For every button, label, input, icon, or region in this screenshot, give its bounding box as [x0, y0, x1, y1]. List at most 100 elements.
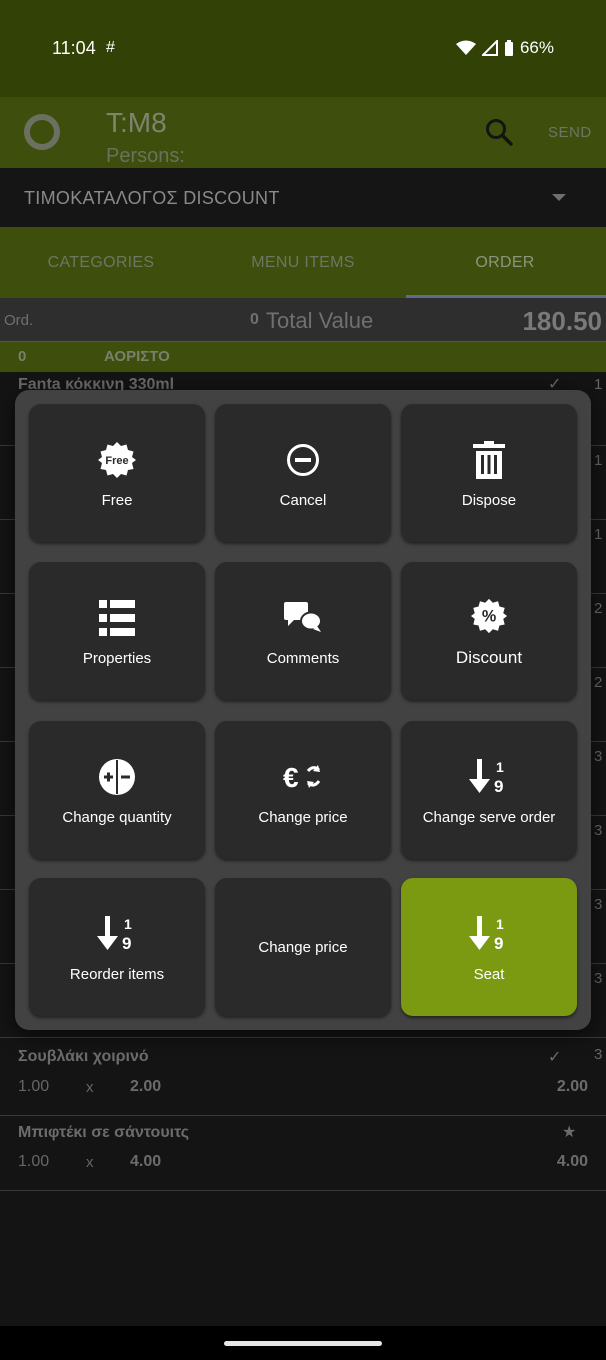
times-sign: x — [86, 1079, 94, 1096]
seat-number: 3 — [594, 896, 603, 913]
tab-menu-items[interactable]: MENU ITEMS — [202, 227, 404, 298]
comments-label: Comments — [266, 649, 340, 667]
change-serve-order-label: Change serve order — [422, 808, 556, 826]
digit-one: 1 — [124, 916, 132, 932]
seat-number: 3 — [594, 822, 603, 839]
dispose-button[interactable]: Dispose — [401, 404, 577, 542]
status-bar: 11:04 # 66% — [0, 0, 606, 97]
price-list-selected: ΤΙΜΟΚΑΤΑΛΟΓΟΣ DISCOUNT — [24, 188, 280, 208]
percent-badge-icon: % — [467, 594, 511, 638]
item-name: Σουβλάκι χοιρινό — [18, 1048, 149, 1065]
seat-button[interactable]: 19 Seat — [401, 878, 577, 1016]
trash-icon — [467, 438, 511, 482]
discount-label: Discount — [455, 648, 523, 667]
battery-icon — [504, 39, 513, 56]
minus-circle-icon — [281, 438, 325, 482]
change-price-label: Change price — [258, 938, 348, 956]
status-time: 11:04 — [52, 38, 96, 58]
star-icon: ★ — [562, 1124, 577, 1141]
price-list-dropdown[interactable]: ΤΙΜΟΚΑΤΑΛΟΓΟΣ DISCOUNT — [0, 168, 606, 227]
change-price-button[interactable]: € Change price — [215, 721, 391, 859]
plus-minus-icon — [95, 755, 139, 799]
cancel-button[interactable]: Cancel — [215, 404, 391, 542]
comments-button[interactable]: Comments — [215, 562, 391, 700]
order-summary: Ord. 0 Total Value 180.50 — [0, 298, 606, 342]
digit-nine: 9 — [122, 934, 131, 952]
properties-button[interactable]: Properties — [29, 562, 205, 700]
item-total: 2.00 — [556, 1078, 588, 1095]
signal-icon — [481, 40, 498, 56]
seat-number: 1 — [594, 452, 603, 469]
dropdown-arrow-icon — [552, 194, 566, 201]
sort-numeric-icon: 19 — [467, 912, 511, 956]
table-title: T:M8 — [106, 107, 167, 138]
times-sign: x — [86, 1154, 94, 1171]
change-quantity-label: Change quantity — [62, 808, 172, 826]
svg-text:€: € — [283, 762, 299, 793]
tab-bar: CATEGORIES MENU ITEMS ORDER — [0, 227, 606, 298]
seat-label: Seat — [473, 965, 505, 983]
reorder-items-button[interactable]: 19 Reorder items — [29, 878, 205, 1016]
reorder-items-label: Reorder items — [69, 965, 165, 983]
search-icon[interactable] — [484, 117, 514, 147]
seat-number: 2 — [594, 600, 603, 617]
change-price-label: Change price — [258, 808, 348, 826]
digit-nine: 9 — [494, 777, 503, 795]
sort-numeric-icon: 19 — [95, 912, 139, 956]
battery-level: 66% — [519, 38, 554, 57]
app-bar: T:M8 Persons: SEND — [0, 97, 606, 168]
item-actions-dialog: Free Free Cancel Dispose Properties Comm… — [15, 390, 591, 1030]
slack-icon: # — [106, 39, 115, 56]
seat-number: 2 — [594, 674, 603, 691]
seat-number: 3 — [594, 970, 603, 987]
digit-one: 1 — [496, 916, 504, 932]
item-qty: 1.00 — [18, 1153, 50, 1170]
seat-number: 1 — [594, 376, 603, 393]
seat-number: 1 — [594, 526, 603, 543]
svg-text:%: % — [482, 608, 496, 626]
cancel-label: Cancel — [279, 491, 327, 509]
seat-number: 3 — [594, 748, 603, 765]
persons-label: Persons: — [106, 145, 185, 167]
digit-nine: 9 — [494, 934, 503, 952]
order-row[interactable]: Σουβλάκι χοιρινό ✓ 3 1.00 x 2.00 2.00 — [0, 1042, 606, 1116]
seat-number: 3 — [594, 1046, 603, 1063]
comments-icon — [281, 596, 325, 640]
item-qty: 1.00 — [18, 1078, 50, 1095]
group-header: 0 ΑΟΡΙΣΤΟ — [0, 342, 606, 372]
total-value: 180.50 — [522, 306, 602, 336]
app-logo-icon[interactable] — [24, 114, 60, 150]
wifi-icon — [455, 40, 476, 55]
change-serve-order-button[interactable]: 19 Change serve order — [401, 721, 577, 859]
item-name: Μπιφτέκι σε σάντουιτς — [18, 1124, 190, 1141]
group-name: ΑΟΡΙΣΤΟ — [104, 348, 170, 365]
sort-numeric-icon: 19 — [467, 755, 511, 799]
system-nav-bar — [0, 1326, 606, 1360]
home-gesture-handle[interactable] — [224, 1341, 382, 1346]
order-count: 0 — [250, 311, 259, 328]
group-number: 0 — [18, 348, 27, 365]
free-badge-text: Free — [105, 455, 128, 467]
properties-label: Properties — [82, 649, 152, 667]
item-price: 4.00 — [130, 1153, 162, 1170]
tab-order[interactable]: ORDER — [404, 227, 606, 298]
change-quantity-button[interactable]: Change quantity — [29, 721, 205, 859]
list-icon — [95, 596, 139, 640]
free-badge-icon: Free — [95, 438, 139, 482]
ord-label: Ord. — [4, 312, 34, 329]
change-price-button-2[interactable]: Change price — [215, 878, 391, 1016]
order-row[interactable]: Μπιφτέκι σε σάντουιτς ★ 1.00 x 4.00 4.00 — [0, 1116, 606, 1191]
check-icon: ✓ — [548, 1049, 562, 1066]
item-price: 2.00 — [130, 1078, 162, 1095]
free-label: Free — [101, 491, 133, 509]
send-button[interactable]: SEND — [548, 124, 592, 141]
item-total: 4.00 — [556, 1153, 588, 1170]
euro-exchange-icon: € — [281, 755, 325, 799]
digit-one: 1 — [496, 759, 504, 775]
total-value-label: Total Value — [266, 308, 374, 333]
dispose-label: Dispose — [461, 491, 517, 509]
discount-button[interactable]: % Discount — [401, 562, 577, 700]
free-button[interactable]: Free Free — [29, 404, 205, 542]
status-indicators: 66% — [455, 38, 554, 58]
tab-categories[interactable]: CATEGORIES — [0, 227, 202, 298]
